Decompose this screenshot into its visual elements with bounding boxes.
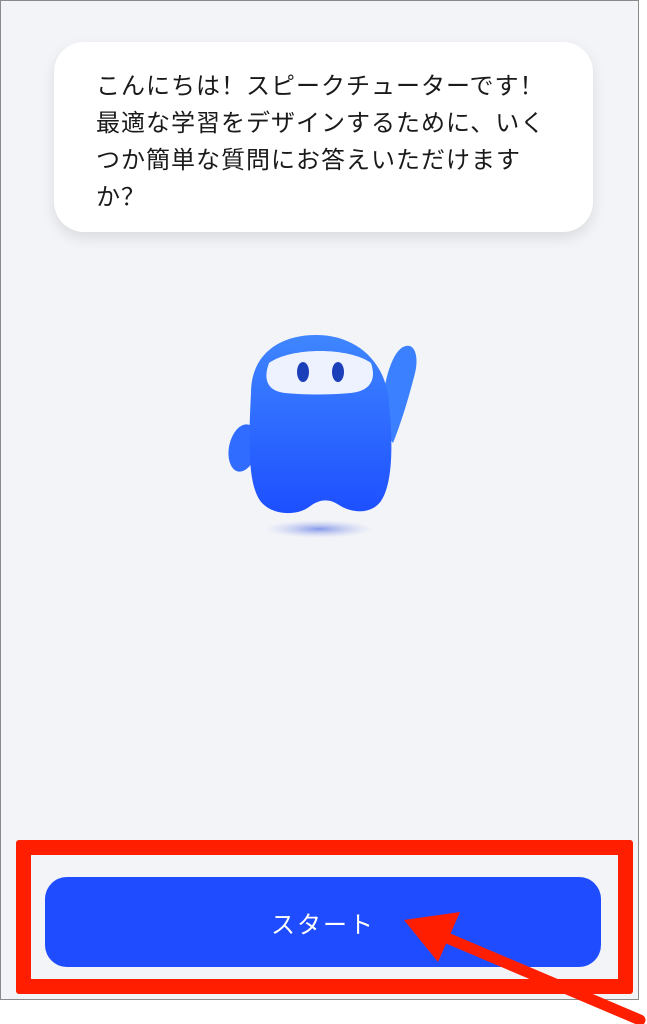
start-button[interactable]: スタート <box>45 877 601 967</box>
waving-mascot-icon <box>228 335 417 538</box>
speech-bubble: こんにちは！スピークチューターです！最適な学習をデザインするために、いくつか簡単… <box>54 42 593 232</box>
speech-bubble-text: こんにちは！スピークチューターです！最適な学習をデザインするために、いくつか簡単… <box>96 72 546 211</box>
app-screen: こんにちは！スピークチューターです！最適な学習をデザインするために、いくつか簡単… <box>0 0 639 1000</box>
